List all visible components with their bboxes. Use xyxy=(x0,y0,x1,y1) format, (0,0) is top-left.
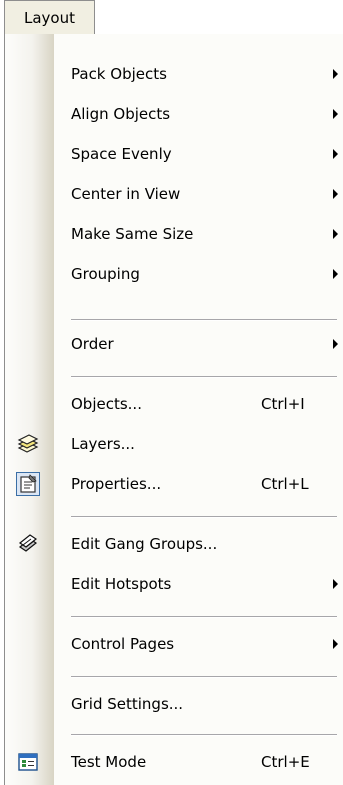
submenu-arrow-icon xyxy=(333,189,338,199)
menu-separator xyxy=(71,616,337,618)
menu-item-label: Align Objects xyxy=(71,105,171,123)
menu-item-label: Edit Gang Groups... xyxy=(71,535,218,553)
menu-item-label: Order xyxy=(71,335,114,353)
menu-separator xyxy=(71,319,337,321)
submenu-arrow-icon xyxy=(333,149,338,159)
menu-item-label: Grouping xyxy=(71,265,140,283)
menu-item-control-pages[interactable]: Control Pages xyxy=(5,626,343,662)
menu-item-layers[interactable]: Layers... xyxy=(5,426,343,462)
menu-item-grid-settings[interactable]: Grid Settings... xyxy=(5,686,343,722)
menu-item-order[interactable]: Order xyxy=(5,326,343,362)
submenu-arrow-icon xyxy=(333,639,338,649)
menu-item-space-evenly[interactable]: Space Evenly xyxy=(5,136,343,172)
menu-item-shortcut: Ctrl+I xyxy=(261,395,305,413)
gang-groups-icon xyxy=(17,533,39,555)
menu-item-align-objects[interactable]: Align Objects xyxy=(5,96,343,132)
menu-item-label: Control Pages xyxy=(71,635,175,653)
menu-layout[interactable]: Layout xyxy=(4,0,95,34)
submenu-arrow-icon xyxy=(333,229,338,239)
menu-item-label: Space Evenly xyxy=(71,145,172,163)
menu-item-edit-hotspots[interactable]: Edit Hotspots xyxy=(5,566,343,602)
layers-icon xyxy=(17,433,39,455)
menu-item-label: Test Mode xyxy=(71,753,147,771)
menu-item-test-mode[interactable]: Test Mode Ctrl+E xyxy=(5,744,343,780)
menu-item-label: Make Same Size xyxy=(71,225,194,243)
menu-separator xyxy=(71,734,337,736)
menu-item-properties[interactable]: Properties... Ctrl+L xyxy=(5,466,343,502)
submenu-arrow-icon xyxy=(333,109,338,119)
menu-item-grouping[interactable]: Grouping xyxy=(5,256,343,292)
menu-item-objects[interactable]: Objects... Ctrl+I xyxy=(5,386,343,422)
properties-icon xyxy=(16,472,40,496)
menu-item-label: Objects... xyxy=(71,395,142,413)
menu-item-center-in-view[interactable]: Center in View xyxy=(5,176,343,212)
menu-separator xyxy=(71,676,337,678)
test-mode-icon xyxy=(17,751,39,773)
menu-item-label: Center in View xyxy=(71,185,181,203)
menu-item-label: Pack Objects xyxy=(71,65,167,83)
submenu-arrow-icon xyxy=(333,339,338,349)
menu-item-label: Edit Hotspots xyxy=(71,575,172,593)
menu-item-edit-gang-groups[interactable]: Edit Gang Groups... xyxy=(5,526,343,562)
menu-item-label: Layers... xyxy=(71,435,135,453)
submenu-arrow-icon xyxy=(333,269,338,279)
menu-item-shortcut: Ctrl+E xyxy=(261,753,310,771)
menu-item-make-same-size[interactable]: Make Same Size xyxy=(5,216,343,252)
menu-layout-label: Layout xyxy=(24,8,75,27)
menu-item-shortcut: Ctrl+L xyxy=(261,475,309,493)
menu-separator xyxy=(71,376,337,378)
menu-item-label: Properties... xyxy=(71,475,162,493)
submenu-arrow-icon xyxy=(333,579,338,589)
menu-item-label: Grid Settings... xyxy=(71,695,184,713)
layout-dropdown-menu: Pack Objects Align Objects Space Evenly … xyxy=(4,34,343,785)
submenu-arrow-icon xyxy=(333,69,338,79)
menu-item-pack-objects[interactable]: Pack Objects xyxy=(5,56,343,92)
menu-separator xyxy=(71,516,337,518)
